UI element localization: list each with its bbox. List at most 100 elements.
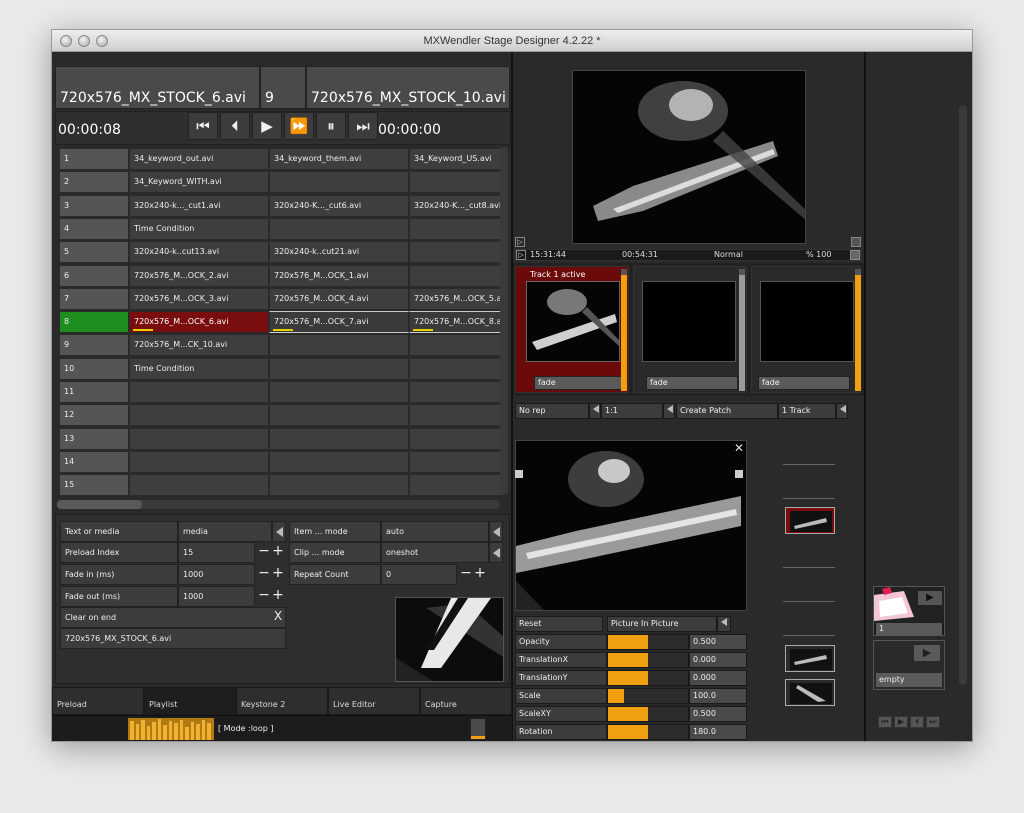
fade-in-minus-button[interactable]: − [257,564,271,583]
track-2-fade[interactable]: fade [646,376,738,390]
table-row[interactable]: 4 Time Condition [59,217,504,240]
media-slot-1[interactable]: ▶ 1 [873,586,945,636]
effect-slot[interactable] [783,635,835,638]
grid-cell[interactable]: 720x576_M...OCK_5.avi [409,287,504,310]
repeat-mode[interactable]: No rep [515,403,589,419]
table-row[interactable]: 14 [59,450,504,473]
fade-in-value[interactable]: 1000 [178,564,255,585]
param-value[interactable]: 0.500 [689,706,747,722]
grid-cell[interactable] [129,404,269,427]
timeline-waveform[interactable] [128,718,214,740]
effect-slot[interactable] [783,498,835,501]
row-number[interactable]: 6 [59,264,129,287]
item-mode-value[interactable]: auto [381,521,489,542]
minimize-window-button[interactable] [78,35,90,47]
grid-cell[interactable]: 720x576_M...OCK_1.avi [269,264,409,287]
grid-cell[interactable] [269,171,409,194]
grid-cell[interactable] [409,334,504,357]
blend-mode[interactable]: Normal [714,250,743,259]
grid-cell[interactable]: 720x576_M...OCK_4.avi [269,287,409,310]
grid-cell[interactable]: 320x240-k..._cut1.avi [129,194,269,217]
fade-out-minus-button[interactable]: − [257,586,271,605]
repeat-mode-arrow[interactable] [589,403,601,419]
grid-cell[interactable]: Time Condition [129,357,269,380]
table-row[interactable]: 5 320x240-k..cut13.avi 320x240-k..cut21.av… [59,241,504,264]
grid-cell[interactable] [269,381,409,403]
fade-out-value[interactable]: 1000 [178,586,255,607]
grid-toggle-icon[interactable] [851,237,861,247]
grid-cell[interactable]: 320x240-k..cut13.avi [129,241,269,264]
track-1-level[interactable] [621,269,627,391]
row-number[interactable]: 3 [59,194,129,217]
grid-cell[interactable]: 34_keyword_out.avi [129,148,269,170]
grid-cell[interactable] [129,474,269,497]
track-count-arrow[interactable] [836,403,848,419]
table-row[interactable]: 13 [59,427,504,450]
row-number[interactable]: 10 [59,357,129,380]
skip-first-icon[interactable]: ⏮ [878,716,892,728]
play-icon[interactable]: ▶ [918,591,942,605]
grid-cell[interactable] [269,334,409,357]
preload-index-minus-button[interactable]: − [257,542,271,561]
track-1[interactable]: Track 1 active fade [515,266,629,393]
param-slider[interactable] [607,670,689,686]
resize-handle-left[interactable] [515,470,523,478]
param-value[interactable]: 0.000 [689,652,747,668]
repeat-count-value[interactable]: 0 [381,564,457,585]
previous-icon[interactable]: ⏴ [910,716,924,728]
grid-cell[interactable] [269,427,409,450]
create-patch-button[interactable]: Create Patch [676,403,778,419]
param-value[interactable]: 0.500 [689,634,747,650]
grid-cell[interactable] [129,381,269,403]
grid-cell[interactable] [129,450,269,473]
track-2-level[interactable] [739,269,745,391]
effect-slot-active[interactable] [785,507,835,534]
grid-cell[interactable]: 34_keyword_them.avi [269,148,409,170]
previous-icon[interactable]: ⏴ [220,112,250,140]
grid-cell[interactable] [409,450,504,473]
grid-cell[interactable] [409,474,504,497]
grid-cell[interactable] [129,427,269,450]
skip-first-icon[interactable]: ⏮ [188,112,218,140]
effect-slot[interactable] [783,567,835,570]
param-slider[interactable] [607,688,689,704]
row-number[interactable]: 12 [59,404,129,427]
param-slider[interactable] [607,724,689,740]
tab-preload[interactable]: Preload [52,687,144,715]
track-3[interactable]: fade [751,266,861,393]
grid-cell[interactable]: 34_Keyword_US.avi [409,148,504,170]
row-number[interactable]: 8 [59,311,129,334]
play-icon[interactable]: ▶ [252,112,282,140]
row-number[interactable]: 1 [59,148,129,170]
table-row[interactable]: 7 720x576_M...OCK_3.avi 720x576_M...OCK_4.… [59,287,504,310]
row-number[interactable]: 7 [59,287,129,310]
row-number[interactable]: 15 [59,474,129,497]
grid-cell[interactable] [269,217,409,240]
effect-slot[interactable] [783,464,835,467]
clip-mode-value[interactable]: oneshot [381,542,489,563]
fullscreen-icon[interactable] [850,250,860,260]
tab-playlist[interactable]: Playlist [144,687,236,715]
effect-slot-thumb[interactable] [785,645,835,672]
param-slider[interactable] [607,706,689,722]
grid-cell[interactable] [269,357,409,380]
grid-cell[interactable]: 720x576_M...OCK_6.avi [129,311,269,334]
table-row[interactable]: 9 720x576_M...CK_10.avi [59,334,504,357]
close-window-button[interactable] [60,35,72,47]
repeat-count-plus-button[interactable]: + [473,564,487,583]
expand-left-icon[interactable]: ▷ [515,237,525,247]
table-row[interactable]: 11 [59,381,504,403]
fast-forward-icon[interactable]: ⏩ [284,112,314,140]
effect-slot[interactable] [783,601,835,604]
effect-preview[interactable]: ✕ [515,440,747,611]
skip-last-icon[interactable]: ⏭ [348,112,378,140]
effect-slot-thumb[interactable] [785,679,835,706]
table-row[interactable]: 12 [59,404,504,427]
skip-last-icon[interactable]: ⏭ [926,716,940,728]
grid-cell[interactable]: 720x576_M...OCK_2.avi [129,264,269,287]
grid-cell[interactable]: 720x576_M...OCK_8.a [409,311,504,334]
fade-in-plus-button[interactable]: + [271,564,285,583]
grid-cell[interactable]: Time Condition [129,217,269,240]
table-row[interactable]: 10 Time Condition [59,357,504,380]
grid-cell[interactable]: 34_Keyword_WITH.avi [129,171,269,194]
